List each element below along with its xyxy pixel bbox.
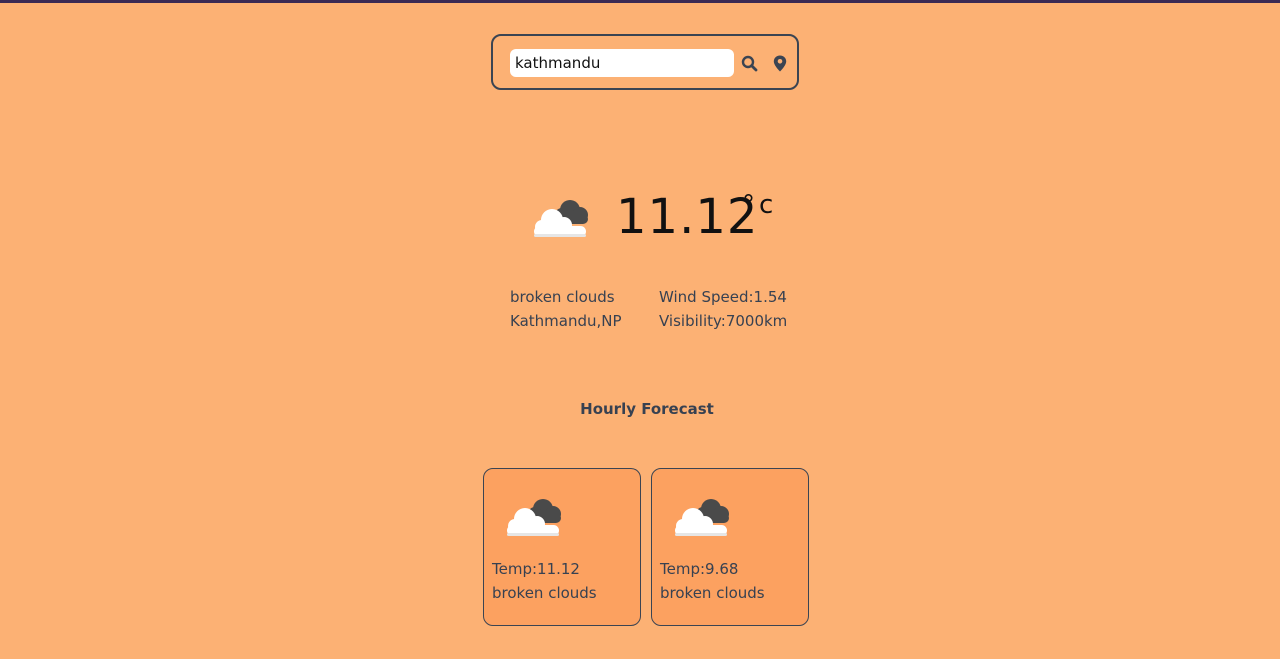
search-icon[interactable] [739, 53, 759, 73]
search-bar [491, 34, 799, 90]
hourly-forecast-title: Hourly Forecast [580, 400, 714, 418]
hourly-temp: Temp:9.68 [660, 560, 739, 578]
broken-clouds-icon [528, 190, 592, 242]
hourly-temp: Temp:11.12 [492, 560, 580, 578]
broken-clouds-icon [669, 495, 733, 539]
top-bar [0, 0, 1280, 3]
hourly-forecast-card: Temp:9.68 broken clouds [651, 468, 809, 626]
broken-clouds-icon [501, 495, 565, 539]
weather-details-right: Wind Speed:1.54 Visibility:7000km [659, 285, 787, 333]
weather-description: broken clouds [510, 288, 615, 306]
wind-speed: Wind Speed:1.54 [659, 288, 787, 306]
visibility: Visibility:7000km [659, 312, 788, 330]
hourly-forecast-card: Temp:11.12 broken clouds [483, 468, 641, 626]
weather-details-left: broken clouds Kathmandu,NP [510, 285, 622, 333]
city-search-input[interactable] [510, 49, 734, 77]
hourly-description: broken clouds [492, 584, 597, 602]
location-name: Kathmandu,NP [510, 312, 622, 330]
hourly-description: broken clouds [660, 584, 765, 602]
temperature-unit: °c [742, 190, 778, 220]
location-pin-icon[interactable] [770, 53, 790, 73]
current-temperature: 11.12 [616, 189, 759, 245]
